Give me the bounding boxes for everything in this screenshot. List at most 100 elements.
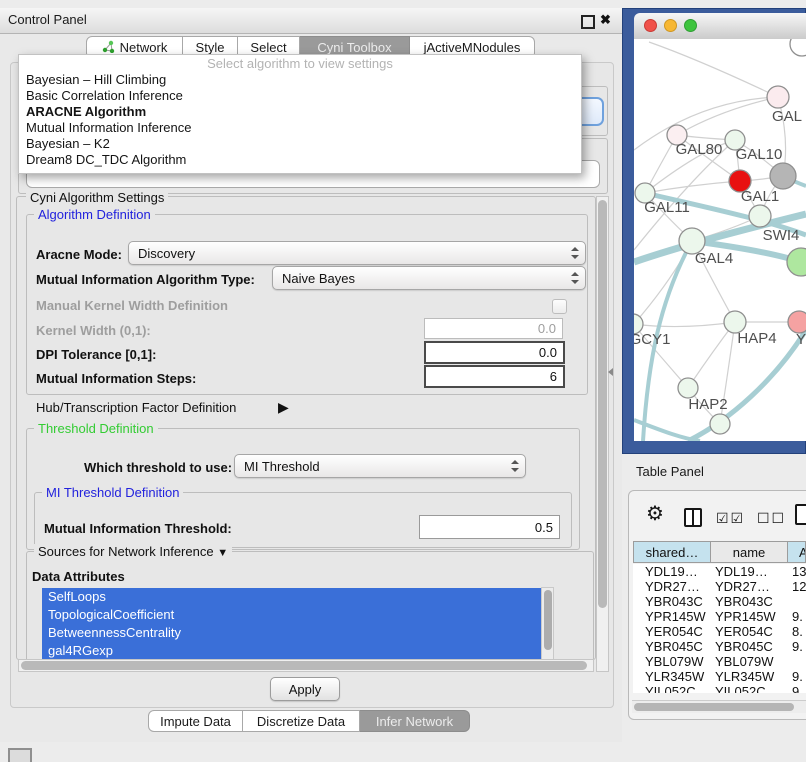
- tab-infer-network[interactable]: Infer Network: [360, 710, 470, 732]
- page-icon[interactable]: [795, 504, 806, 525]
- algorithm-option-mutual-information-inference[interactable]: Mutual Information Inference: [19, 120, 581, 136]
- algorithm-option-aracne-algorithm[interactable]: ARACNE Algorithm: [19, 104, 581, 120]
- restore-panel-icon[interactable]: [8, 748, 32, 762]
- table-scrollbar-thumb[interactable]: [634, 703, 794, 711]
- close-traffic-light[interactable]: [644, 19, 657, 32]
- gear-icon[interactable]: ⚙: [646, 504, 664, 524]
- table-row[interactable]: YBR043CYBR043C: [633, 594, 806, 609]
- expand-arrow-icon[interactable]: ▶: [278, 399, 289, 416]
- table-row[interactable]: YBL079WYBL079W: [633, 654, 806, 669]
- horizontal-scrollbar-thumb[interactable]: [21, 661, 587, 670]
- table-row[interactable]: YDL19…YDL19…13: [633, 564, 806, 579]
- network-node-hap2[interactable]: [678, 378, 698, 398]
- which-threshold-select[interactable]: MI Threshold: [234, 454, 526, 478]
- table-panel-title: Table Panel: [636, 464, 704, 479]
- column-header-name[interactable]: name: [710, 541, 788, 563]
- algorithm-definition-title: Algorithm Definition: [34, 207, 155, 222]
- panel-title: Control Panel: [8, 12, 87, 27]
- apply-button[interactable]: Apply: [270, 677, 340, 701]
- unchecked-boxes-icon[interactable]: ☐☐: [757, 510, 786, 527]
- threshold-definition-title: Threshold Definition: [34, 421, 158, 436]
- list-scrollbar[interactable]: [541, 587, 554, 660]
- table-row[interactable]: YBR045CYBR045C9.: [633, 639, 806, 654]
- table-cell: 9.: [787, 669, 806, 684]
- stepper-arrows-icon[interactable]: [570, 272, 579, 284]
- kernel-width-label: Kernel Width (0,1):: [36, 323, 151, 338]
- table-row[interactable]: YLR345WYLR345W9.: [633, 669, 806, 684]
- algorithm-option-bayesian-hill-climbing[interactable]: Bayesian – Hill Climbing: [19, 72, 581, 88]
- node-label-gal4: GAL4: [695, 250, 733, 267]
- float-window-icon[interactable]: [581, 15, 595, 29]
- attribute-item-selfloops[interactable]: SelfLoops: [42, 588, 554, 606]
- hub-definition-label[interactable]: Hub/Transcription Factor Definition: [36, 400, 236, 415]
- node-label-gal80: GAL80: [676, 141, 723, 158]
- data-attributes-list[interactable]: SelfLoopsTopologicalCoefficientBetweenne…: [42, 588, 554, 660]
- column-layout-icon[interactable]: [684, 508, 702, 527]
- table-row[interactable]: YPR145WYPR145W9.: [633, 609, 806, 624]
- table-cell: YLR345W: [633, 669, 710, 684]
- mi-algorithm-type-select[interactable]: Naive Bayes: [272, 266, 586, 290]
- node-label-gal: GAL: [772, 108, 802, 125]
- network-window-titlebar[interactable]: [634, 13, 806, 40]
- column-header-shared[interactable]: shared…: [633, 541, 711, 563]
- dropdown-prompt: Select algorithm to view settings: [19, 55, 581, 72]
- network-node[interactable]: [787, 248, 806, 276]
- mi-algorithm-type-value: Naive Bayes: [282, 271, 355, 286]
- list-scrollbar-thumb[interactable]: [544, 590, 552, 650]
- dpi-tolerance-label: DPI Tolerance [0,1]:: [36, 347, 156, 362]
- algorithm-option-basic-correlation-inference[interactable]: Basic Correlation Inference: [19, 88, 581, 104]
- checked-boxes-icon[interactable]: ☑☑: [716, 510, 745, 527]
- mi-algorithm-type-label: Mutual Information Algorithm Type:: [36, 272, 255, 287]
- network-canvas[interactable]: GALGAL80GAL10GAL1GAL11SWI4GAL4GCY1HAP4YH…: [634, 39, 806, 441]
- mi-steps-label: Mutual Information Steps:: [36, 371, 196, 386]
- network-node[interactable]: [710, 414, 730, 434]
- stepper-arrows-icon[interactable]: [570, 247, 579, 259]
- sources-title[interactable]: Sources for Network Inference ▼: [34, 544, 232, 559]
- table-cell: YBR045C: [633, 639, 710, 654]
- kernel-width-field[interactable]: 0.0: [424, 318, 563, 339]
- table-horizontal-scrollbar[interactable]: [632, 700, 806, 713]
- network-node-swi4[interactable]: [749, 205, 771, 227]
- table-row[interactable]: YIL052CYIL052C9: [633, 684, 806, 693]
- network-node[interactable]: [790, 39, 806, 56]
- table-cell: YDR27…: [710, 579, 787, 594]
- mi-threshold-field[interactable]: 0.5: [419, 515, 560, 539]
- network-graph: GALGAL80GAL10GAL1GAL11SWI4GAL4GCY1HAP4YH…: [634, 39, 806, 441]
- attribute-item-betweennesscentrality[interactable]: BetweennessCentrality: [42, 624, 554, 642]
- tab-impute-data[interactable]: Impute Data: [148, 710, 243, 732]
- network-node-y[interactable]: [788, 311, 806, 333]
- close-icon[interactable]: ✖: [600, 12, 611, 28]
- vertical-scrollbar-thumb[interactable]: [598, 200, 607, 608]
- dpi-tolerance-field[interactable]: 0.0: [424, 341, 565, 364]
- mi-threshold-label: Mutual Information Threshold:: [44, 521, 232, 536]
- table-cell: YDL19…: [633, 564, 710, 579]
- tab-discretize-data[interactable]: Discretize Data: [243, 710, 360, 732]
- table-cell: YPR145W: [710, 609, 787, 624]
- attribute-item-topologicalcoefficient[interactable]: TopologicalCoefficient: [42, 606, 554, 624]
- minimize-traffic-light[interactable]: [664, 19, 677, 32]
- settings-vertical-scrollbar[interactable]: [596, 196, 609, 672]
- aracne-mode-select[interactable]: Discovery: [128, 241, 586, 265]
- settings-horizontal-scrollbar[interactable]: [18, 659, 594, 672]
- splitter-collapse-handle[interactable]: [608, 368, 613, 376]
- column-header-a[interactable]: A: [787, 541, 806, 563]
- table-cell: 8.: [787, 624, 806, 639]
- algorithm-option-dream8-dc-tdc-algorithm[interactable]: Dream8 DC_TDC Algorithm: [19, 152, 581, 168]
- algorithm-dropdown-popup: Select algorithm to view settings Bayesi…: [18, 54, 582, 174]
- attribute-item-gal4rgexp[interactable]: gal4RGexp: [42, 642, 554, 660]
- mi-steps-field[interactable]: 6: [424, 365, 565, 388]
- stepper-arrows-icon[interactable]: [510, 460, 519, 472]
- zoom-traffic-light[interactable]: [684, 19, 697, 32]
- network-node-gal[interactable]: [767, 86, 789, 108]
- aracne-mode-label: Aracne Mode:: [36, 247, 122, 262]
- table-cell: YBL079W: [633, 654, 710, 669]
- manual-kernel-width-checkbox[interactable]: [552, 299, 567, 314]
- collapse-arrow-icon[interactable]: ▼: [217, 547, 228, 559]
- node-label-gal11: GAL11: [644, 199, 690, 216]
- cyni-bottom-tabs: Impute DataDiscretize DataInfer Network: [148, 710, 470, 732]
- network-node[interactable]: [770, 163, 796, 189]
- algorithm-option-bayesian-k2[interactable]: Bayesian – K2: [19, 136, 581, 152]
- table-cell: YER054C: [710, 624, 787, 639]
- table-row[interactable]: YER054CYER054C8.: [633, 624, 806, 639]
- table-row[interactable]: YDR27…YDR27…12: [633, 579, 806, 594]
